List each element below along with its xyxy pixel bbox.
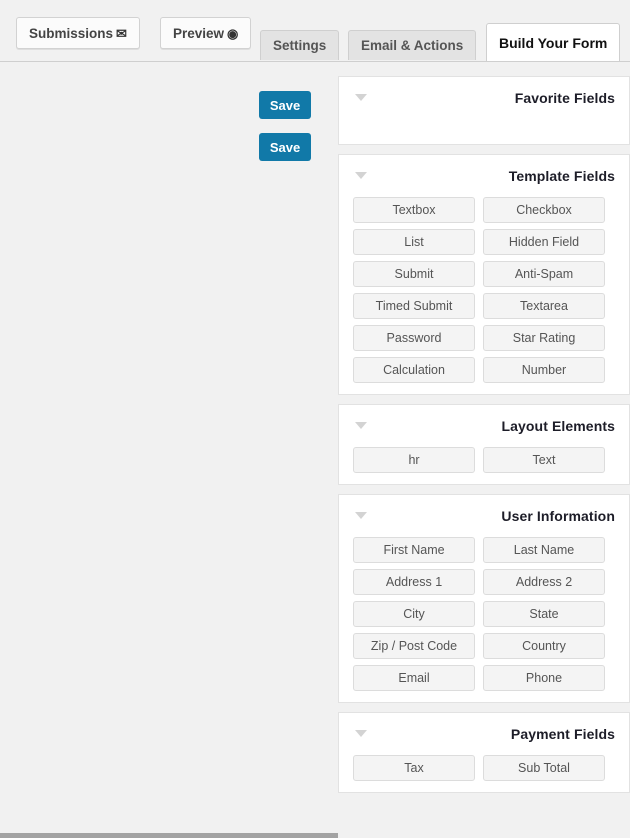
- panel-title: User Information: [501, 508, 615, 524]
- panel-title: Favorite Fields: [514, 90, 615, 106]
- tab-build-your-form[interactable]: Build Your Form: [486, 23, 621, 61]
- field-button-hidden-field[interactable]: Hidden Field: [483, 229, 605, 255]
- chevron-down-icon[interactable]: [355, 512, 367, 519]
- tab-label: Build Your Form: [499, 34, 608, 51]
- tab-label: Settings: [273, 38, 327, 53]
- chevron-down-icon[interactable]: [355, 94, 367, 101]
- field-button-textarea[interactable]: Textarea: [483, 293, 605, 319]
- panel-layout-elements: Layout Elements hr Text: [338, 404, 630, 485]
- panel-title: Layout Elements: [501, 418, 615, 434]
- tab-email-actions[interactable]: Email & Actions: [348, 30, 477, 60]
- field-button-tax[interactable]: Tax: [353, 755, 475, 781]
- panel-user-information: User Information First Name Last Name Addre…: [338, 494, 630, 703]
- field-button-anti-spam[interactable]: Anti-Spam: [483, 261, 605, 287]
- panel-body-payment-fields: Tax Sub Total: [339, 755, 629, 781]
- field-button-zip-post-code[interactable]: Zip / Post Code: [353, 633, 475, 659]
- field-button-password[interactable]: Password: [353, 325, 475, 351]
- field-panel-column: Favorite Fields Template Fields Textbox Che…: [338, 76, 630, 832]
- field-button-checkbox[interactable]: Checkbox: [483, 197, 605, 223]
- chevron-down-icon[interactable]: [355, 730, 367, 737]
- field-button-text[interactable]: Text: [483, 447, 605, 473]
- field-button-star-rating[interactable]: Star Rating: [483, 325, 605, 351]
- panel-header-favorite-fields[interactable]: Favorite Fields: [339, 77, 629, 119]
- field-button-address-1[interactable]: Address 1: [353, 569, 475, 595]
- panel-header-template-fields[interactable]: Template Fields: [339, 155, 629, 197]
- chevron-down-icon[interactable]: [355, 172, 367, 179]
- field-button-city[interactable]: City: [353, 601, 475, 627]
- panel-payment-fields: Payment Fields Tax Sub Total: [338, 712, 630, 793]
- field-button-hr[interactable]: hr: [353, 447, 475, 473]
- field-button-timed-submit[interactable]: Timed Submit: [353, 293, 475, 319]
- field-button-textbox[interactable]: Textbox: [353, 197, 475, 223]
- field-button-sub-total[interactable]: Sub Total: [483, 755, 605, 781]
- panel-favorite-fields: Favorite Fields: [338, 76, 630, 145]
- tab-submissions[interactable]: Submissions ✉: [16, 17, 140, 49]
- save-button-top[interactable]: Save: [259, 91, 311, 119]
- field-button-number[interactable]: Number: [483, 357, 605, 383]
- panel-header-layout-elements[interactable]: Layout Elements: [339, 405, 629, 447]
- tab-label: Email & Actions: [361, 38, 464, 53]
- panel-body-user-information: First Name Last Name Address 1 Address 2 Cit…: [339, 537, 629, 691]
- panel-title: Payment Fields: [510, 726, 615, 742]
- field-button-last-name[interactable]: Last Name: [483, 537, 605, 563]
- panel-title: Template Fields: [508, 168, 615, 184]
- chevron-down-icon[interactable]: [355, 422, 367, 429]
- panel-body-template-fields: Textbox Checkbox List Hidden Field Submit Ant…: [339, 197, 629, 383]
- envelope-icon: ✉: [116, 25, 127, 41]
- field-button-list[interactable]: List: [353, 229, 475, 255]
- panel-body-layout-elements: hr Text: [339, 447, 629, 473]
- panel-template-fields: Template Fields Textbox Checkbox List Hidden…: [338, 154, 630, 395]
- tab-bar: Submissions ✉ Preview ◉ Settings Email & Acti…: [0, 0, 630, 62]
- panel-header-payment-fields[interactable]: Payment Fields: [339, 713, 629, 755]
- panel-header-user-information[interactable]: User Information: [339, 495, 629, 537]
- tab-settings[interactable]: Settings: [260, 30, 340, 60]
- save-button-bottom[interactable]: Save: [259, 133, 311, 161]
- field-button-submit[interactable]: Submit: [353, 261, 475, 287]
- eye-icon: ◉: [227, 25, 239, 41]
- field-button-state[interactable]: State: [483, 601, 605, 627]
- field-button-email[interactable]: Email: [353, 665, 475, 691]
- tab-label: Preview: [173, 25, 225, 41]
- field-button-country[interactable]: Country: [483, 633, 605, 659]
- field-button-address-2[interactable]: Address 2: [483, 569, 605, 595]
- tab-preview[interactable]: Preview ◉: [160, 17, 252, 49]
- tab-label: Submissions: [29, 25, 114, 41]
- field-button-calculation[interactable]: Calculation: [353, 357, 475, 383]
- bottom-strip: [0, 833, 338, 838]
- field-button-phone[interactable]: Phone: [483, 665, 605, 691]
- panel-body-favorite-fields: [339, 119, 629, 133]
- field-button-first-name[interactable]: First Name: [353, 537, 475, 563]
